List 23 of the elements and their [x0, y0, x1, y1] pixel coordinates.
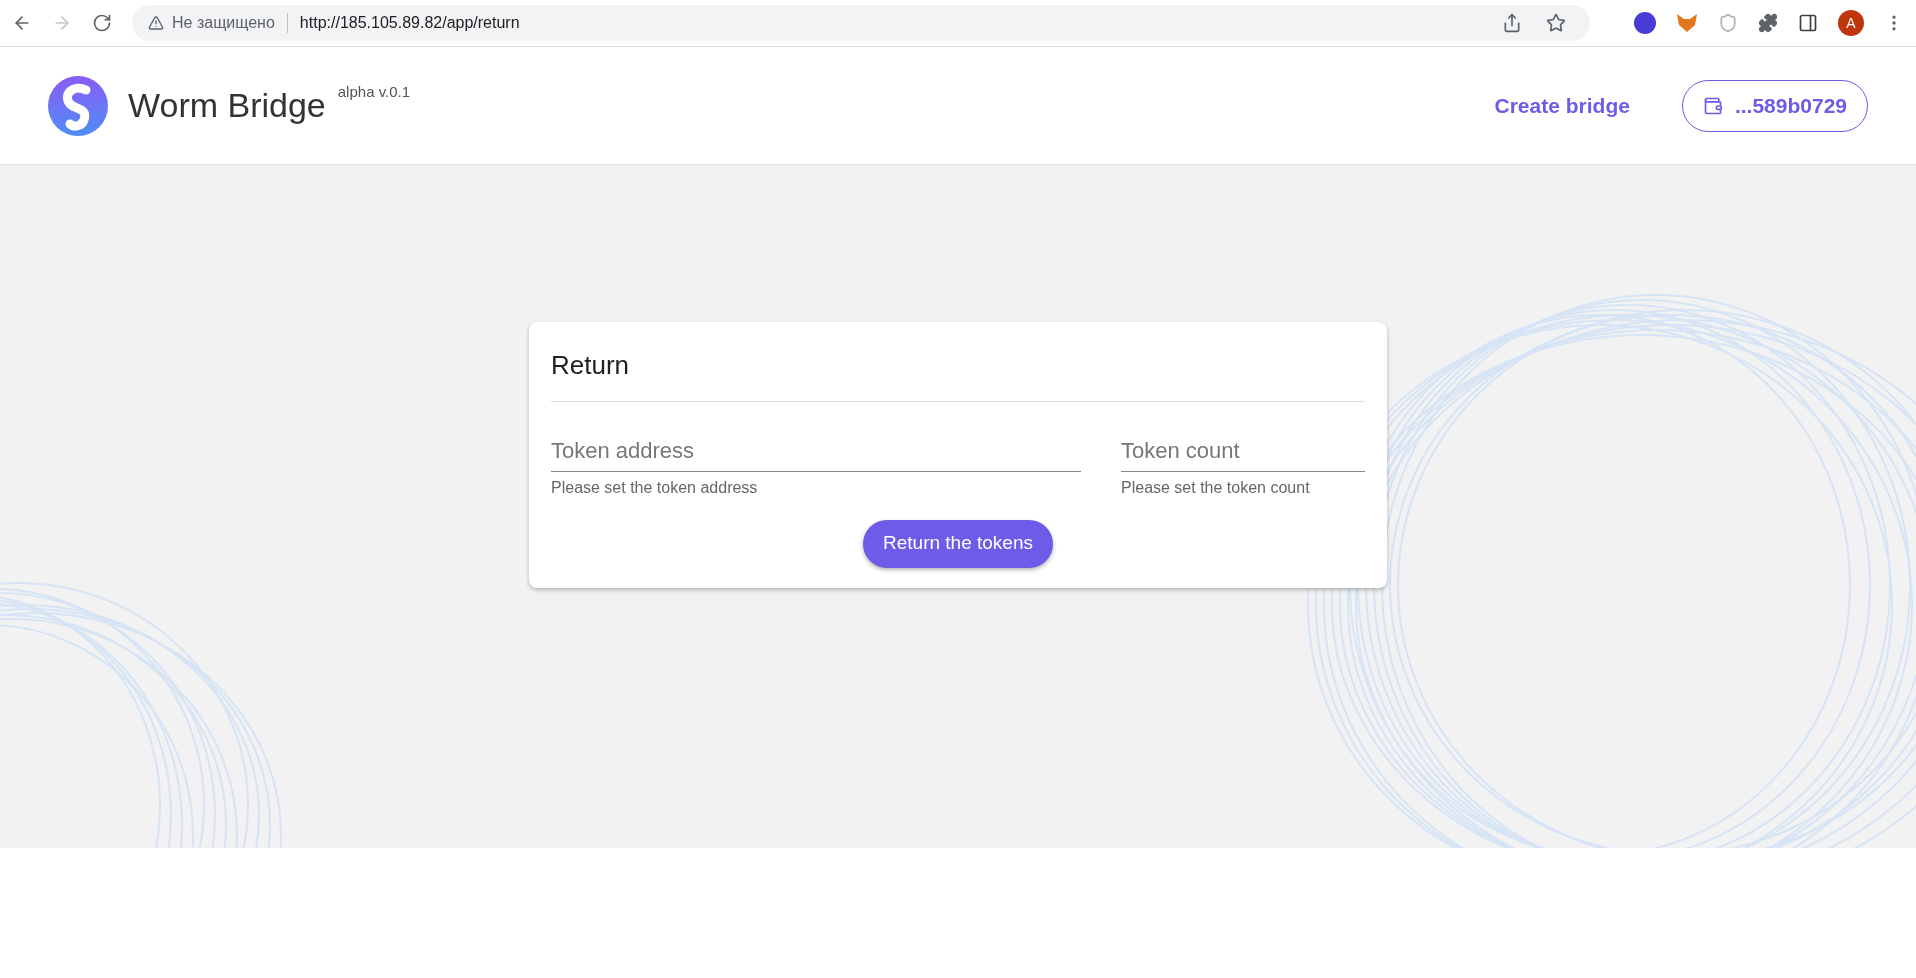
wallet-icon [1702, 95, 1723, 116]
app-title: Worm Bridge [128, 85, 326, 126]
helper-text: Please set the token address [551, 477, 759, 498]
side-panel-icon[interactable] [1798, 13, 1818, 33]
version-label: alpha v.0.1 [337, 82, 411, 102]
address-bar[interactable]: Не защищено http://185.105.89.82/app/return [132, 5, 1590, 41]
worm-logo-icon [48, 75, 108, 136]
url-text: http://185.105.89.82/app/return [299, 13, 521, 33]
card-title: Return [551, 345, 1365, 402]
text-field[interactable]: Token count [1121, 433, 1365, 472]
helper-text: Please set the token count [1121, 477, 1311, 498]
return-tokens-button[interactable]: Return the tokens [863, 519, 1053, 568]
create-bridge-link[interactable]: Create bridge [1494, 89, 1630, 122]
wallet-button[interactable]: ...589b0729 [1681, 79, 1868, 132]
share-icon[interactable] [1502, 13, 1522, 33]
extensions-icon[interactable] [1758, 13, 1778, 33]
bookmark-star-icon[interactable] [1546, 13, 1566, 33]
warning-icon [148, 15, 164, 31]
profile-avatar[interactable]: A [1838, 10, 1864, 36]
fox-extension-icon[interactable] [1676, 13, 1698, 33]
security-label: Не защищено [172, 13, 275, 33]
reload-icon[interactable] [92, 13, 112, 33]
text-field[interactable]: Token address [551, 433, 1081, 472]
